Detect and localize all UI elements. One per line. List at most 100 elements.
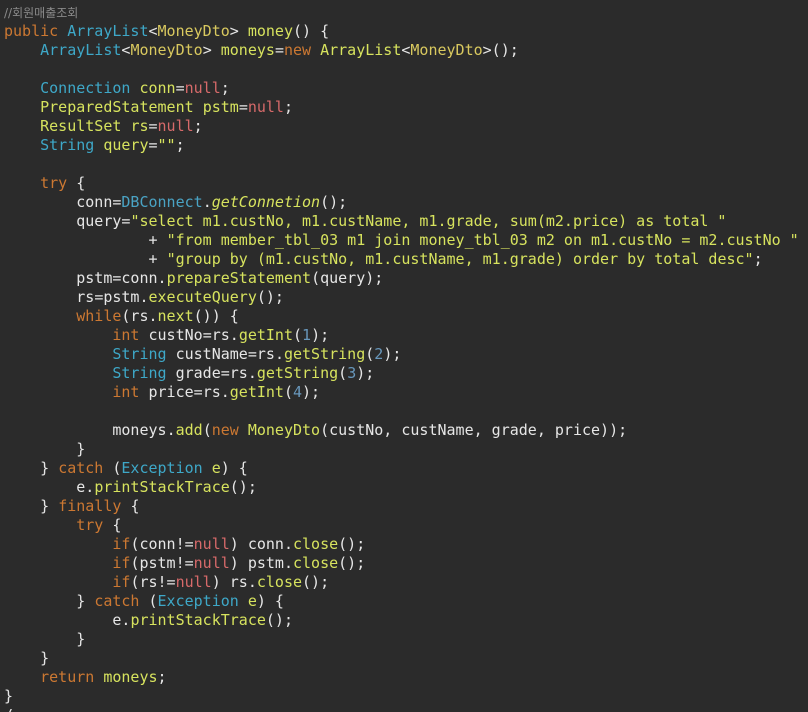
code-token-null: null xyxy=(184,79,221,97)
code-line[interactable]: return moneys; xyxy=(4,668,166,687)
code-token-plain: } xyxy=(4,497,59,515)
code-token-plain: = xyxy=(220,364,230,382)
code-editor[interactable]: //회원매출조회 public ArrayList<MoneyDto> money… xyxy=(0,0,808,712)
code-token-null: null xyxy=(247,98,284,116)
code-line[interactable]: } xyxy=(4,630,85,649)
code-token-plain: ) { xyxy=(220,459,248,477)
code-token-plain: } xyxy=(4,649,50,667)
code-token-kw: catch xyxy=(94,592,149,610)
code-token-fn: close xyxy=(293,554,339,572)
code-line[interactable]: e.printStackTrace(); xyxy=(4,478,257,497)
code-token-plain: } xyxy=(4,440,86,458)
code-token-method: moneys xyxy=(220,41,275,59)
code-token-plain: ) xyxy=(229,554,248,572)
code-token-plain: = xyxy=(274,41,284,59)
code-token-plain: (); xyxy=(338,554,366,572)
code-token-null: null xyxy=(193,554,230,572)
code-line[interactable]: int price=rs.getInt(4); xyxy=(4,383,320,402)
code-line[interactable]: ResultSet rs=null; xyxy=(4,117,203,136)
code-line[interactable]: ArrayList<MoneyDto> moneys=new ArrayList… xyxy=(4,41,519,60)
code-token-method: e xyxy=(211,459,221,477)
code-line[interactable]: while(rs.next()) { xyxy=(4,307,239,326)
code-token-plain: ; xyxy=(220,79,230,97)
code-line[interactable]: } catch (Exception e) { xyxy=(4,592,284,611)
code-line[interactable]: } finally { xyxy=(4,497,139,516)
code-line[interactable]: } xyxy=(4,440,85,459)
code-token-plain: = xyxy=(193,383,203,401)
code-token-plain: + xyxy=(4,231,167,249)
code-token-plain: . xyxy=(220,383,230,401)
code-line[interactable]: String query=""; xyxy=(4,136,185,155)
code-line[interactable]: if(conn!=null) conn.close(); xyxy=(4,535,365,554)
code-line[interactable]: + "group by (m1.custNo, m1.custName, m1.… xyxy=(4,250,762,269)
code-token-plain: ) { xyxy=(256,592,284,610)
code-line[interactable]: String custName=rs.getString(2); xyxy=(4,345,401,364)
code-token-plain: ( xyxy=(293,326,303,344)
code-token-fn: getInt xyxy=(238,326,293,344)
code-token-plain: >(); xyxy=(482,41,519,59)
code-line[interactable]: if(rs!=null) rs.close(); xyxy=(4,573,329,592)
code-line[interactable]: rs=pstm.executeQuery(); xyxy=(4,288,284,307)
code-token-plain: (rs!= xyxy=(130,573,176,591)
code-token-plain: . xyxy=(283,554,293,572)
code-token-plain: grade xyxy=(175,364,221,382)
code-line[interactable]: } catch (Exception e) { xyxy=(4,459,248,478)
code-token-plain: . xyxy=(247,573,257,591)
code-token-fn: add xyxy=(175,421,203,439)
code-token-kw: finally xyxy=(58,497,131,515)
code-token-kw: if xyxy=(112,573,131,591)
code-line[interactable]: int custNo=rs.getInt(1); xyxy=(4,326,329,345)
code-token-plain: (); xyxy=(256,288,284,306)
code-line[interactable]: + "from member_tbl_03 m1 join money_tbl_… xyxy=(4,231,798,250)
code-line[interactable]: moneys.add(new MoneyDto(custNo, custName… xyxy=(4,421,627,440)
code-line[interactable]: } xyxy=(4,687,13,706)
code-token-plain: } xyxy=(4,687,14,705)
code-token-plain: e xyxy=(76,478,86,496)
code-line[interactable]: //회원매출조회 xyxy=(4,3,78,22)
code-line[interactable]: PreparedStatement pstm=null; xyxy=(4,98,293,117)
code-line[interactable]: pstm=conn.prepareStatement(query); xyxy=(4,269,383,288)
code-token-kw: return xyxy=(40,668,104,686)
code-token-string: "" xyxy=(157,136,176,154)
code-token-fn: printStackTrace xyxy=(130,611,266,629)
code-token-plain: > xyxy=(229,22,248,40)
code-line[interactable]: String grade=rs.getString(3); xyxy=(4,364,374,383)
code-token-italic: getConnetion xyxy=(211,193,321,211)
code-line[interactable]: conn=DBConnect.getConnetion(); xyxy=(4,193,347,212)
code-line[interactable]: public ArrayList<MoneyDto> money() { xyxy=(4,22,329,41)
code-token-plain: ) xyxy=(229,535,248,553)
code-token-plain: conn xyxy=(247,535,284,553)
code-line[interactable]: query="select m1.custNo, m1.custName, m1… xyxy=(4,212,726,231)
code-token-plain: > xyxy=(202,41,221,59)
code-token-fn: executeQuery xyxy=(148,288,257,306)
code-token-plain: pstm xyxy=(103,288,140,306)
code-token-string: "select m1.custNo, m1.custName, m1.grade… xyxy=(130,212,727,230)
code-token-class: DBConnect xyxy=(121,193,203,211)
code-line[interactable]: e.printStackTrace(); xyxy=(4,611,293,630)
code-token-null: null xyxy=(193,535,230,553)
code-token-type: ArrayList xyxy=(67,22,149,40)
code-token-plain: () { xyxy=(293,22,330,40)
code-token-kw: int xyxy=(112,383,149,401)
code-line[interactable]: } xyxy=(4,649,49,668)
code-token-type: Connection xyxy=(40,79,140,97)
code-token-plain: conn xyxy=(76,193,113,211)
code-token-fn: next xyxy=(157,307,194,325)
code-line[interactable]: if(pstm!=null) pstm.close(); xyxy=(4,554,365,573)
code-line[interactable]: try { xyxy=(4,516,121,535)
code-line[interactable]: / xyxy=(4,706,13,712)
code-token-kw: int xyxy=(112,326,149,344)
code-line[interactable]: try { xyxy=(4,174,85,193)
code-token-method: query xyxy=(103,136,149,154)
code-line[interactable]: Connection conn=null; xyxy=(4,79,230,98)
